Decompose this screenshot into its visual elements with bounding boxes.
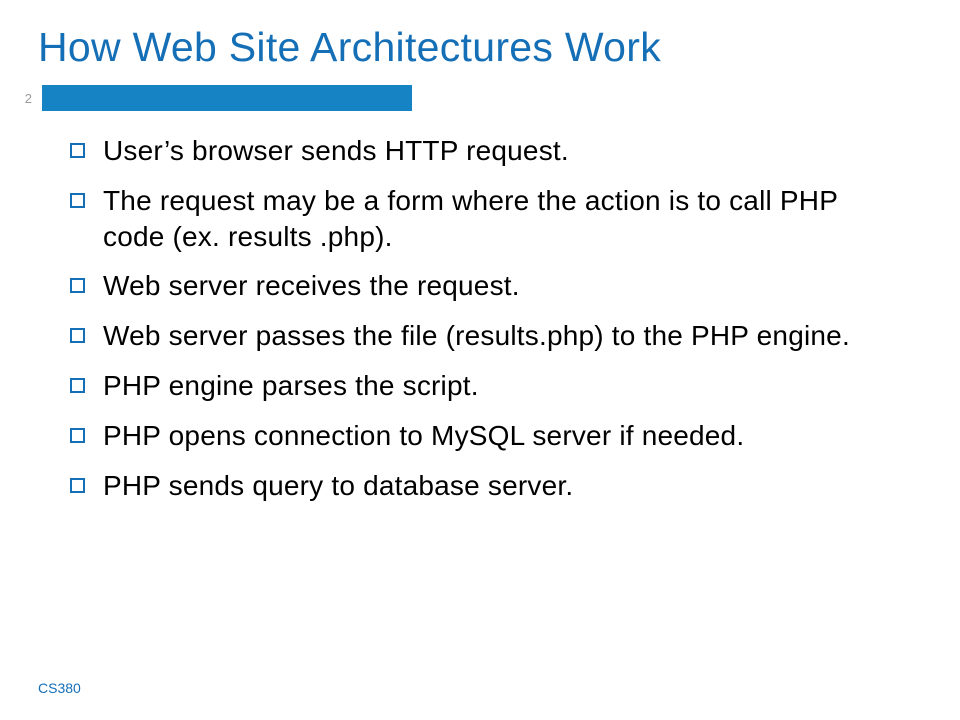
list-item: PHP opens connection to MySQL server if … xyxy=(70,418,900,454)
bullet-box-icon xyxy=(70,428,85,443)
bullet-text: The request may be a form where the acti… xyxy=(103,183,900,255)
bullet-text: PHP sends query to database server. xyxy=(103,468,573,504)
bullet-text: User’s browser sends HTTP request. xyxy=(103,133,569,169)
footer-course-label: CS380 xyxy=(38,680,81,696)
bullet-text: PHP engine parses the script. xyxy=(103,368,479,404)
bullet-box-icon xyxy=(70,278,85,293)
accent-row: 2 xyxy=(0,85,960,111)
bullet-text: Web server receives the request. xyxy=(103,268,520,304)
bullet-box-icon xyxy=(70,378,85,393)
list-item: Web server passes the file (results.php)… xyxy=(70,318,900,354)
list-item: The request may be a form where the acti… xyxy=(70,183,900,255)
list-item: PHP sends query to database server. xyxy=(70,468,900,504)
slide-title: How Web Site Architectures Work xyxy=(0,0,960,81)
bullet-box-icon xyxy=(70,143,85,158)
bullet-text: PHP opens connection to MySQL server if … xyxy=(103,418,744,454)
accent-bar xyxy=(42,85,412,111)
list-item: PHP engine parses the script. xyxy=(70,368,900,404)
bullet-box-icon xyxy=(70,193,85,208)
bullet-list: User’s browser sends HTTP request. The r… xyxy=(0,111,960,504)
slide-number: 2 xyxy=(20,91,34,106)
list-item: Web server receives the request. xyxy=(70,268,900,304)
bullet-box-icon xyxy=(70,478,85,493)
list-item: User’s browser sends HTTP request. xyxy=(70,133,900,169)
bullet-text: Web server passes the file (results.php)… xyxy=(103,318,850,354)
bullet-box-icon xyxy=(70,328,85,343)
